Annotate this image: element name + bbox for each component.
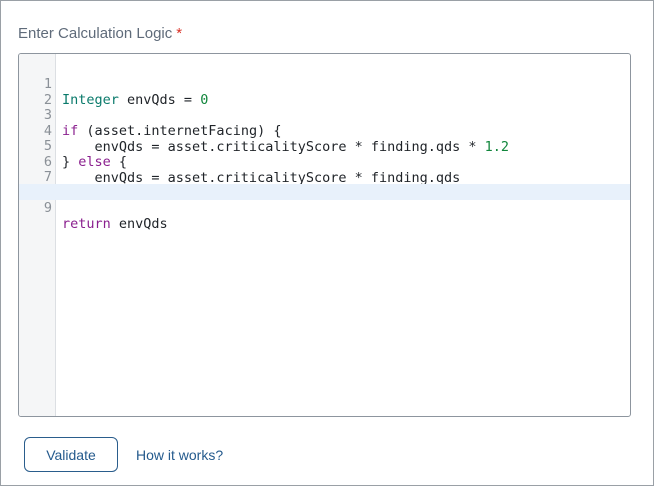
control-keyword: return bbox=[62, 216, 111, 232]
code-line-7[interactable]: 7 } bbox=[19, 153, 630, 201]
code-line-1[interactable]: 1 Integer envQds = 0 bbox=[19, 60, 630, 108]
code-editor[interactable]: 1 Integer envQds = 0 2 3 if (asset.inter… bbox=[18, 53, 631, 417]
code-text: envQds bbox=[110, 216, 168, 232]
code-line-2[interactable]: 2 bbox=[19, 76, 630, 108]
code-line-9-active[interactable]: 9 return envQds bbox=[19, 184, 630, 232]
validate-button[interactable]: Validate bbox=[24, 437, 118, 472]
how-it-works-link[interactable]: How it works? bbox=[136, 447, 223, 463]
field-label-text: Enter Calculation Logic bbox=[18, 25, 173, 42]
code-line-3[interactable]: 3 if (asset.internetFacing) { bbox=[19, 91, 630, 139]
code-line-8[interactable]: 8 bbox=[19, 169, 630, 201]
code-line-4[interactable]: 4 envQds = asset.criticalityScore * find… bbox=[19, 107, 630, 155]
field-label: Enter Calculation Logic * bbox=[18, 25, 182, 42]
line-number: 9 bbox=[19, 200, 52, 216]
line-code: return envQds bbox=[62, 216, 168, 232]
code-line-5[interactable]: 5 } else { bbox=[19, 122, 630, 170]
required-marker: * bbox=[176, 25, 183, 42]
code-line-6[interactable]: 6 envQds = asset.criticalityScore * find… bbox=[19, 138, 630, 186]
calculation-logic-panel: Enter Calculation Logic * 1 Integer envQd… bbox=[0, 0, 654, 486]
